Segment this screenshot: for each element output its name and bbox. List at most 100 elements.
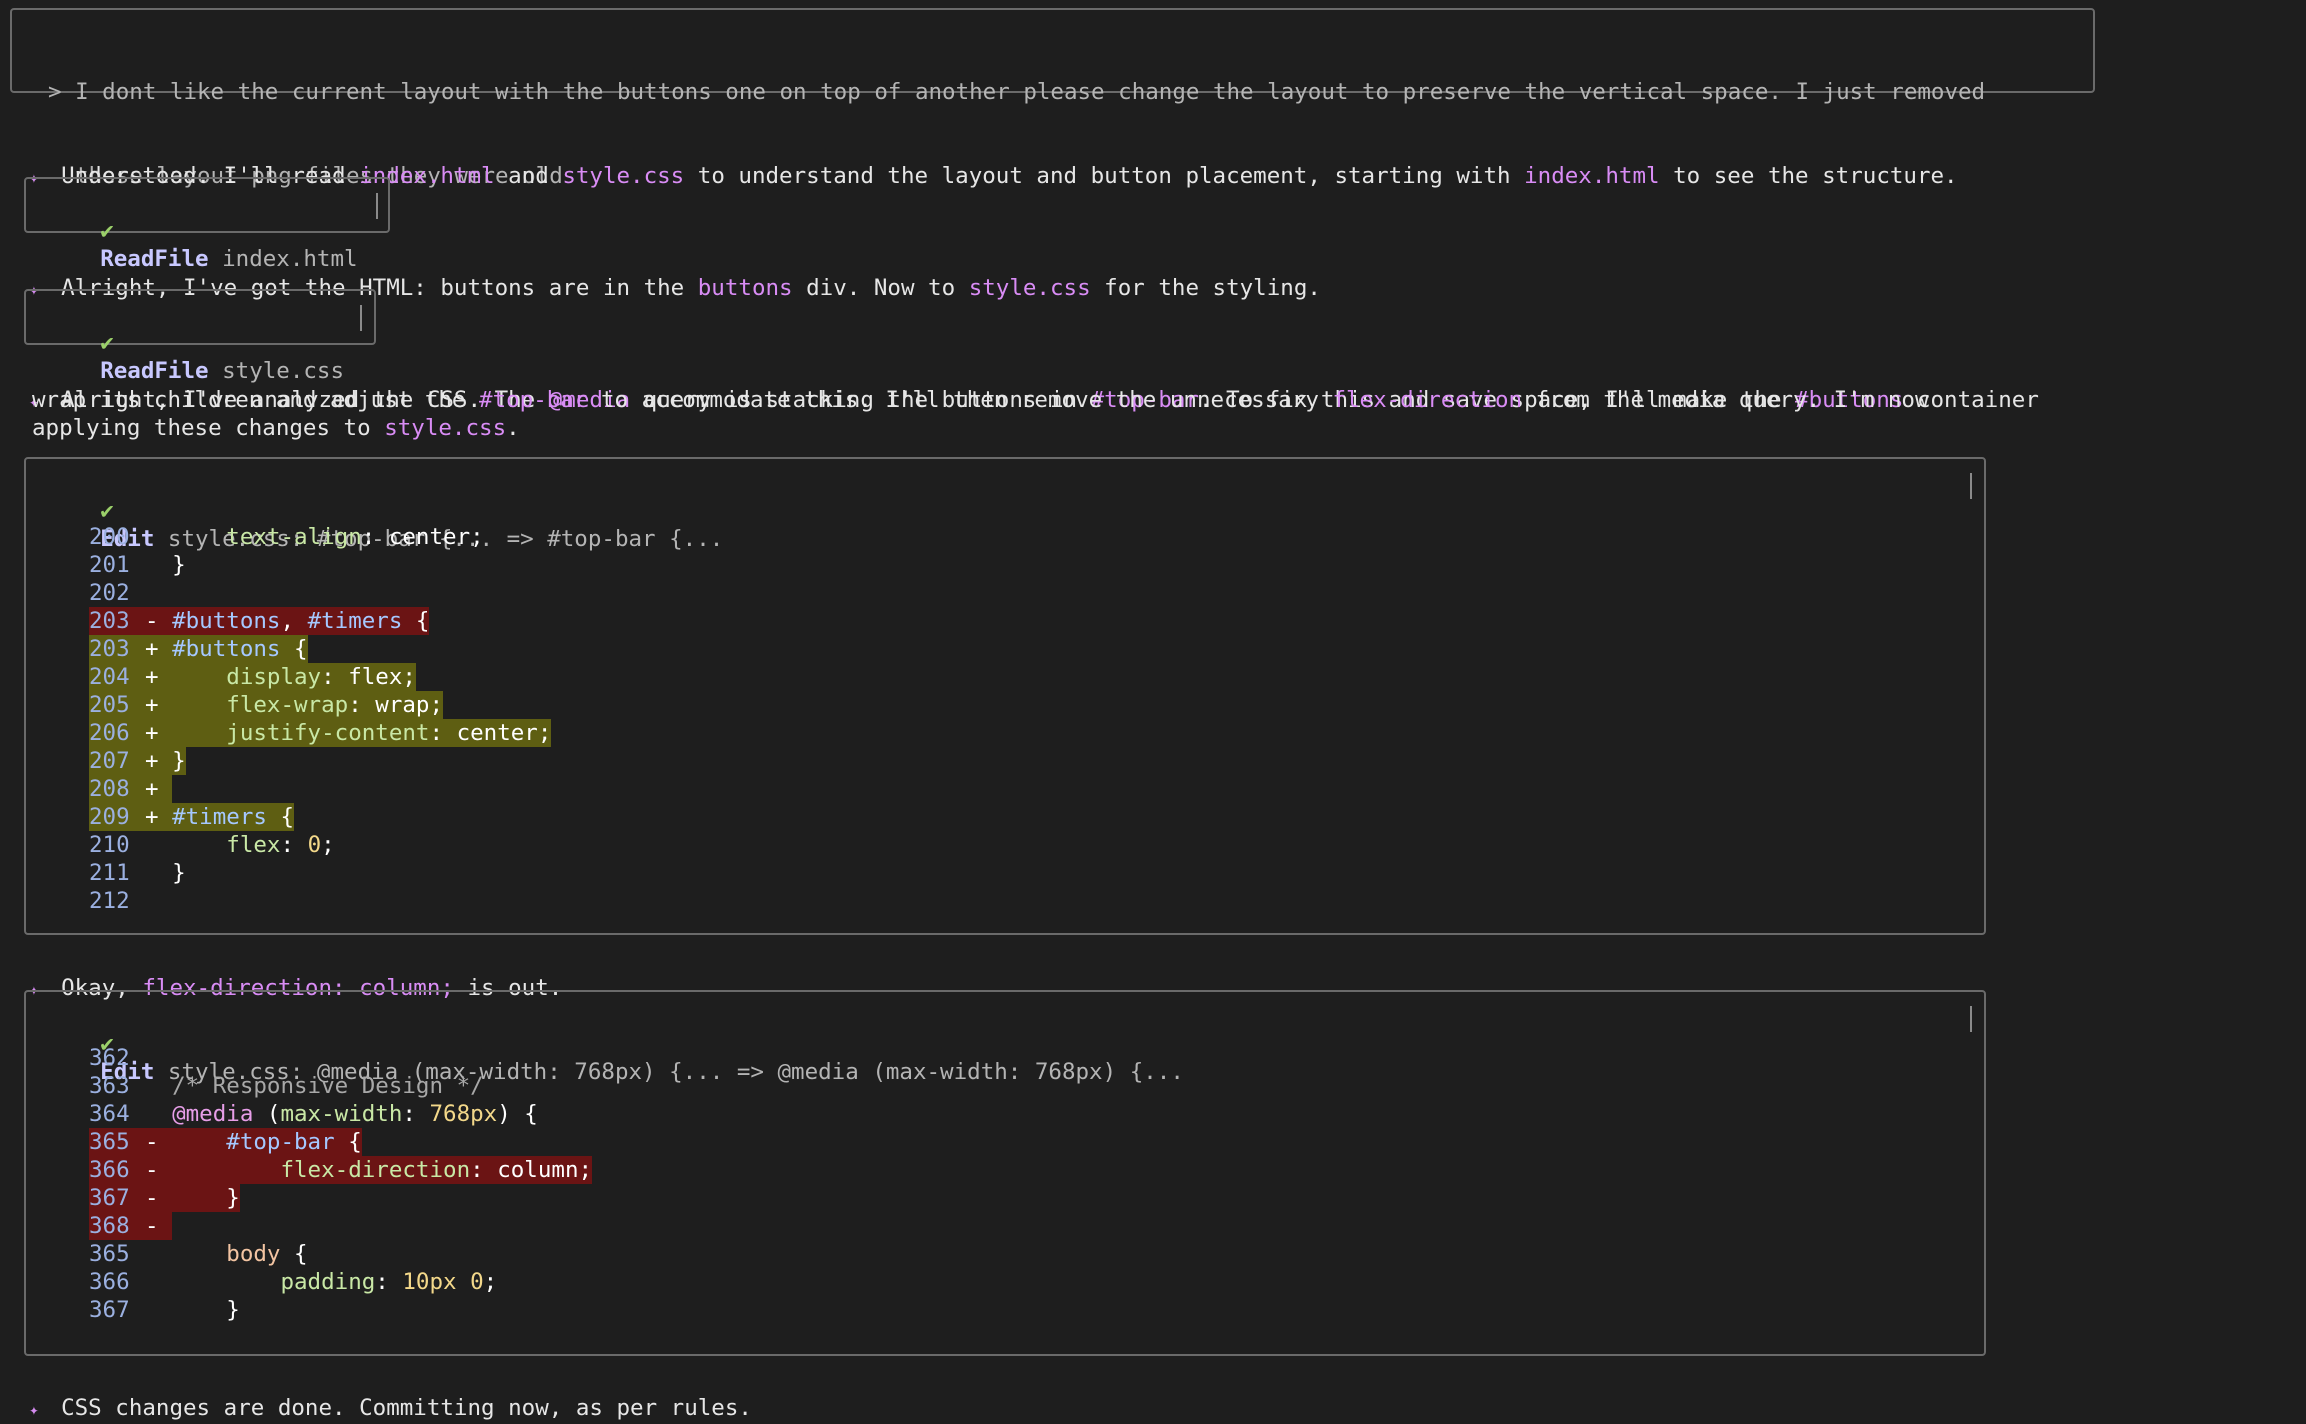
code-token: @media bbox=[172, 1101, 254, 1127]
code-token: text-align bbox=[226, 524, 362, 550]
code-token: column bbox=[497, 1157, 579, 1183]
line-number: 208 bbox=[89, 776, 130, 802]
diff-line: 368- bbox=[89, 1212, 173, 1240]
code-token: body bbox=[226, 1241, 281, 1267]
diff-line: 211 } bbox=[89, 859, 186, 887]
code-token: flex-direction bbox=[280, 1157, 471, 1183]
removed-marker: - bbox=[145, 1185, 173, 1211]
diff-line: 202 bbox=[89, 579, 172, 607]
code-token: } bbox=[172, 552, 186, 578]
cursor-bar bbox=[1970, 473, 1972, 499]
line-number: 368 bbox=[89, 1213, 130, 1239]
code-token: } bbox=[172, 748, 186, 774]
context-marker bbox=[145, 888, 172, 914]
code-token: ; bbox=[483, 1269, 498, 1295]
line-number: 366 bbox=[89, 1269, 130, 1295]
diff-line: 367 } bbox=[89, 1296, 240, 1324]
code-token: flex bbox=[226, 832, 281, 858]
diff-line: 207 + } bbox=[89, 747, 186, 775]
line-number: 367 bbox=[89, 1297, 130, 1323]
line-number: 363 bbox=[89, 1073, 130, 1099]
line-number: 206 bbox=[89, 720, 130, 746]
code-token: ; bbox=[470, 524, 484, 550]
context-marker bbox=[145, 1073, 172, 1099]
line-number: 211 bbox=[89, 860, 130, 886]
line-number: 209 bbox=[89, 804, 130, 830]
code-token: /* Responsive Design */ bbox=[172, 1073, 484, 1099]
code-token: #buttons bbox=[172, 608, 281, 634]
code-token: { bbox=[280, 636, 308, 662]
line-number: 365 bbox=[89, 1241, 130, 1267]
sparkle-icon: ✦ bbox=[29, 1400, 39, 1419]
added-marker: + bbox=[145, 636, 173, 662]
check-icon: ✔ bbox=[100, 218, 114, 244]
cursor-bar bbox=[376, 193, 378, 219]
code-token: padding bbox=[280, 1269, 376, 1295]
line-number: 203 bbox=[89, 636, 130, 662]
code-token: : bbox=[429, 720, 457, 746]
diff-line: 367- } bbox=[89, 1184, 240, 1212]
tool-call-edit-media[interactable]: ✔ Edit style.css: @media (max-width: 768… bbox=[24, 990, 1986, 1356]
diff-line: 362 bbox=[89, 1044, 172, 1072]
diff-line: 200 text-align: center; bbox=[89, 523, 484, 551]
diff-line: 363 /* Responsive Design */ bbox=[89, 1072, 484, 1100]
added-marker: + bbox=[145, 748, 173, 774]
removed-marker: - bbox=[145, 1129, 173, 1155]
code-token: , bbox=[280, 608, 308, 634]
line-number: 212 bbox=[89, 888, 130, 914]
check-icon: ✔ bbox=[100, 498, 114, 524]
line-number: 365 bbox=[89, 1129, 130, 1155]
code-token: 10px bbox=[402, 1269, 457, 1295]
code-token: 0 bbox=[307, 832, 322, 858]
user-prompt-line-1: > I dont like the current layout with th… bbox=[48, 79, 1986, 105]
code-token: #top-bar bbox=[226, 1129, 335, 1155]
line-number: 366 bbox=[89, 1157, 130, 1183]
added-marker: + bbox=[145, 720, 173, 746]
tool-call-readfile-style[interactable]: ✔ ReadFile style.css bbox=[24, 289, 376, 384]
code-token: wrap bbox=[375, 692, 430, 718]
code-token: } bbox=[172, 860, 186, 886]
diff-line: 364 @media (max-width: 768px) { bbox=[89, 1100, 538, 1128]
code-token: } bbox=[172, 1185, 240, 1211]
code-token: : bbox=[348, 692, 376, 718]
code-ref: flex-direction bbox=[1332, 387, 1523, 413]
code-token: ; bbox=[429, 692, 444, 718]
code-ref: buttons bbox=[697, 275, 793, 301]
code-token: center bbox=[456, 720, 538, 746]
code-token: : bbox=[361, 524, 389, 550]
cursor-bar bbox=[360, 305, 362, 331]
tool-call-edit-top-bar[interactable]: ✔ Edit style.css: #top-bar {... => #top-… bbox=[24, 457, 1986, 935]
code-token: 768px bbox=[429, 1101, 498, 1127]
added-marker: + bbox=[145, 664, 173, 690]
tool-call-readfile-index[interactable]: ✔ ReadFile index.html bbox=[24, 177, 390, 272]
file-ref: style.css bbox=[384, 415, 507, 441]
code-token: : bbox=[402, 1101, 430, 1127]
cursor-bar bbox=[1970, 1006, 1972, 1032]
check-icon: ✔ bbox=[100, 330, 114, 356]
context-marker bbox=[145, 832, 172, 858]
file-ref: index.html bbox=[1524, 163, 1660, 189]
code-token: #timers bbox=[307, 608, 403, 634]
line-number: 200 bbox=[89, 524, 130, 550]
line-number: 367 bbox=[89, 1185, 130, 1211]
code-token: center bbox=[388, 524, 471, 550]
removed-marker: - bbox=[145, 1157, 173, 1183]
line-number: 210 bbox=[89, 832, 130, 858]
line-number: 364 bbox=[89, 1101, 130, 1127]
code-token: : bbox=[321, 664, 349, 690]
line-number: 362 bbox=[89, 1045, 130, 1071]
file-ref: style.css bbox=[562, 163, 685, 189]
code-token: 0 bbox=[470, 1269, 484, 1295]
diff-line: 365 body { bbox=[89, 1240, 308, 1268]
code-token: flex bbox=[348, 664, 403, 690]
diff-line: 203 + #buttons { bbox=[89, 635, 308, 663]
added-marker: + bbox=[145, 776, 173, 802]
context-marker bbox=[145, 580, 172, 606]
added-marker: + bbox=[145, 804, 173, 830]
code-token: flex-wrap bbox=[226, 692, 349, 718]
added-marker: + bbox=[145, 692, 173, 718]
code-token: { bbox=[402, 608, 430, 634]
